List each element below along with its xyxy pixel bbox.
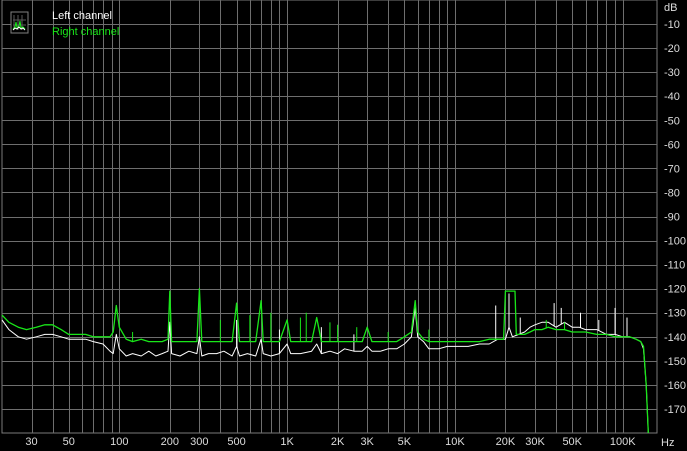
frequency-spectrum-chart: dB Hz -10 -20 -30 -40 -50 -60 -70 -80 -90 -100 -11… <box>1 0 686 449</box>
y-tick-label: -20 <box>664 43 680 55</box>
series-left-channel <box>1 293 649 434</box>
x-tick-label: 30K <box>525 436 545 448</box>
y-tick-label: -10 <box>664 19 680 31</box>
x-tick-label: 200 <box>161 436 179 448</box>
x-tick-label: 2K <box>331 436 345 448</box>
series-right-channel <box>1 288 649 434</box>
legend-right-channel: Right channel <box>52 26 119 38</box>
x-tick-label: 30 <box>25 436 37 448</box>
x-tick-label: 300 <box>190 436 208 448</box>
x-tick-label: 3K <box>360 436 374 448</box>
plot-frame <box>1 0 658 434</box>
x-tick-label: 1K <box>280 436 294 448</box>
legend-left-channel: Left channel <box>52 10 112 22</box>
x-axis-unit: Hz <box>661 437 674 449</box>
series-line <box>1 307 649 434</box>
y-tick-label: -60 <box>664 139 680 151</box>
y-tick-label: -50 <box>664 115 680 127</box>
x-tick-label: 100 <box>110 436 128 448</box>
y-tick-label: -170 <box>664 404 686 416</box>
x-tick-label: 50 <box>63 436 75 448</box>
y-tick-label: -90 <box>664 212 680 224</box>
y-tick-label: -150 <box>664 356 686 368</box>
y-axis-unit: dB <box>664 2 677 14</box>
y-tick-label: -110 <box>664 260 685 272</box>
y-tick-label: -30 <box>664 67 680 79</box>
y-tick-label: -100 <box>664 236 686 248</box>
x-tick-label: 50K <box>562 436 582 448</box>
x-tick-label: 20K <box>496 436 516 448</box>
y-tick-label: -70 <box>664 163 680 175</box>
series-layer <box>1 288 649 434</box>
x-tick-label: 10K <box>445 436 465 448</box>
y-tick-label: -120 <box>664 284 686 296</box>
x-tick-label: 500 <box>227 436 245 448</box>
y-tick-label: -140 <box>664 332 686 344</box>
y-tick-label: -40 <box>664 91 680 103</box>
plot-grid <box>1 0 658 434</box>
y-tick-label: -130 <box>664 308 686 320</box>
x-tick-label: 5K <box>398 436 412 448</box>
y-tick-label: -80 <box>664 187 680 199</box>
y-tick-label: -160 <box>664 380 686 392</box>
series-line <box>1 288 649 434</box>
x-tick-label: 100K <box>610 436 636 448</box>
